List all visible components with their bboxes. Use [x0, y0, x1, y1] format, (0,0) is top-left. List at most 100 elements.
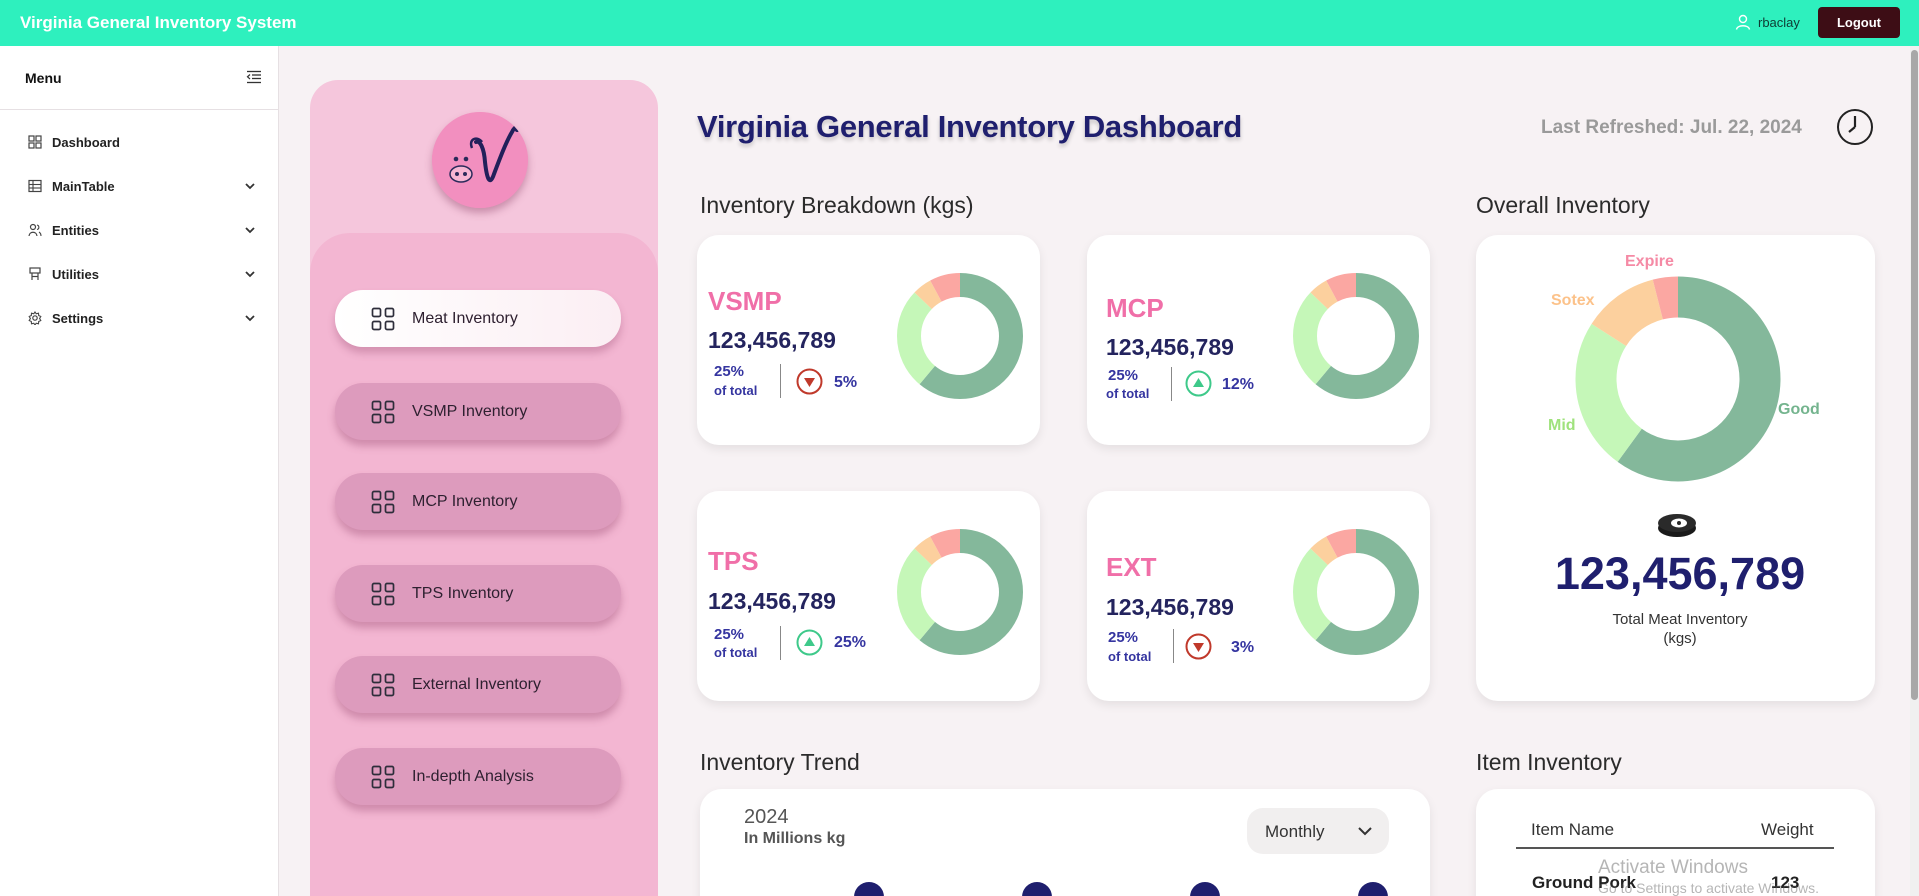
card-name: VSMP	[708, 286, 782, 316]
trend-year: 2024	[744, 806, 789, 828]
trend-value: 3%	[1231, 639, 1255, 656]
sidebar-item-label: Dashboard	[52, 135, 120, 150]
card-percent: 25%	[714, 626, 745, 643]
card-name: TPS	[708, 546, 759, 576]
card-percent-label: of total	[1106, 386, 1150, 401]
side-button-label: Meat Inventory	[412, 310, 518, 327]
card-name: MCP	[1106, 293, 1164, 323]
trend-title: Inventory Trend	[700, 749, 860, 775]
chevron-down-icon[interactable]	[244, 268, 256, 280]
ext-donut-chart	[1293, 529, 1419, 655]
sidebar-item-utilities[interactable]: Utilities	[0, 256, 279, 292]
steak-icon	[1658, 514, 1696, 537]
card-percent: 25%	[1108, 629, 1139, 646]
card-value: 123,456,789	[708, 588, 836, 614]
grid-icon	[371, 582, 395, 606]
side-button-label: External Inventory	[412, 676, 541, 693]
chevron-down-icon[interactable]	[244, 180, 256, 192]
sidebar-item-label: Entities	[52, 223, 99, 238]
entities-icon	[28, 223, 42, 237]
period-select[interactable]: Monthly	[1247, 808, 1389, 854]
trend-down-icon	[1185, 633, 1212, 660]
table-header-divider	[1516, 847, 1834, 849]
scrollbar-thumb[interactable]	[1911, 50, 1918, 700]
sidebar: Menu Dashboard MainTable Entities Utilit…	[0, 46, 279, 896]
table-icon	[28, 179, 42, 193]
segment-label-good: Good	[1778, 401, 1820, 418]
vsmp-donut-chart	[897, 273, 1023, 399]
card-divider	[1173, 629, 1174, 663]
sidebar-item-label: Settings	[52, 311, 104, 326]
grid-icon	[371, 400, 395, 424]
trend-value: 12%	[1222, 376, 1255, 393]
arrow-down-shape	[1193, 643, 1204, 652]
arrow-up-shape	[1193, 378, 1204, 387]
arrow-down-shape	[804, 378, 815, 387]
sidebar-item-label: MainTable	[52, 179, 115, 194]
card-percent-label: of total	[714, 645, 758, 660]
mcp-inventory-button[interactable]: MCP Inventory	[335, 473, 621, 530]
total-label-line2: (kgs)	[1663, 630, 1697, 647]
segment-label-expire: Expire	[1625, 253, 1674, 270]
last-refreshed: Last Refreshed: Jul. 22, 2024	[1541, 117, 1802, 138]
mcp-donut-chart	[1293, 273, 1419, 399]
column-header-weight[interactable]: Weight	[1761, 820, 1814, 840]
tps-donut-chart	[897, 529, 1023, 655]
total-inventory-label: Total Meat Inventory (kgs)	[1575, 610, 1785, 648]
total-inventory-value: 123,456,789	[1554, 548, 1806, 599]
card-value: 123,456,789	[1106, 594, 1234, 620]
card-percent-label: of total	[1108, 649, 1152, 664]
app-title: Virginia General Inventory System	[20, 13, 297, 32]
segment-label-sotex: Sotex	[1551, 292, 1595, 309]
segment-label-mid: Mid	[1548, 417, 1576, 434]
trend-value: 25%	[834, 634, 867, 651]
trend-up-icon	[1185, 370, 1212, 397]
sidebar-item-maintable[interactable]: MainTable	[0, 168, 279, 204]
chevron-down-icon[interactable]	[244, 312, 256, 324]
card-value: 123,456,789	[1106, 334, 1234, 360]
card-divider	[780, 626, 781, 660]
breakdown-title: Inventory Breakdown (kgs)	[700, 192, 974, 218]
side-button-label: VSMP Inventory	[412, 403, 528, 420]
trend-up-icon	[796, 629, 823, 656]
card-divider	[1171, 367, 1172, 401]
external-inventory-button[interactable]: External Inventory	[335, 656, 621, 713]
overall-donut-chart	[1575, 276, 1781, 482]
username[interactable]: rbaclay	[1758, 15, 1800, 30]
chevron-down-icon[interactable]	[244, 224, 256, 236]
column-header-item-name[interactable]: Item Name	[1531, 820, 1614, 840]
sidebar-item-dashboard[interactable]: Dashboard	[0, 124, 279, 160]
side-button-label: MCP Inventory	[412, 493, 518, 510]
trend-down-icon	[796, 368, 823, 395]
page-title: Virginia General Inventory Dashboard	[697, 109, 1243, 144]
logout-button[interactable]: Logout	[1818, 7, 1900, 38]
menu-collapse-icon[interactable]	[246, 70, 262, 84]
in-depth-analysis-button[interactable]: In-depth Analysis	[335, 748, 621, 805]
chevron-down-icon	[1358, 827, 1372, 836]
clock-icon[interactable]	[1836, 108, 1874, 146]
overall-title: Overall Inventory	[1476, 192, 1650, 218]
card-value: 123,456,789	[708, 327, 836, 353]
user-icon	[1735, 14, 1751, 30]
company-logo	[432, 112, 528, 208]
side-button-label: TPS Inventory	[412, 585, 514, 602]
tps-inventory-button[interactable]: TPS Inventory	[335, 565, 621, 622]
grid-icon	[371, 490, 395, 514]
sidebar-item-settings[interactable]: Settings	[0, 300, 279, 336]
item-inventory-title: Item Inventory	[1476, 749, 1622, 775]
grid-icon	[371, 307, 395, 331]
activate-windows-subtitle: Go to Settings to activate Windows.	[1598, 880, 1819, 896]
sidebar-item-entities[interactable]: Entities	[0, 212, 279, 248]
meat-inventory-button[interactable]: Meat Inventory	[335, 290, 621, 347]
menu-header: Menu	[0, 46, 279, 110]
sidebar-item-label: Utilities	[52, 267, 99, 282]
card-percent-label: of total	[714, 383, 758, 398]
trend-unit: In Millions kg	[744, 830, 846, 847]
arrow-up-shape	[804, 637, 815, 646]
period-selected-value: Monthly	[1265, 822, 1325, 841]
card-name: EXT	[1106, 552, 1157, 582]
trend-value: 5%	[834, 374, 858, 391]
card-divider	[780, 364, 781, 398]
side-button-label: In-depth Analysis	[412, 768, 534, 785]
vsmp-inventory-button[interactable]: VSMP Inventory	[335, 383, 621, 440]
